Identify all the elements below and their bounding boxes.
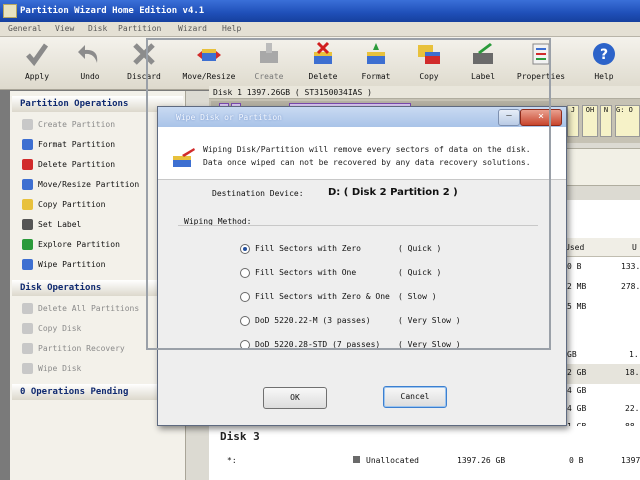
- menu-wizard[interactable]: Wizard: [178, 24, 207, 33]
- recovery-icon: [22, 343, 33, 354]
- delete-all-icon: [22, 303, 33, 314]
- copy-disk-icon: [22, 323, 33, 334]
- window-title-bar: Partition Wizard Home Edition v4.1: [0, 0, 640, 22]
- help-button[interactable]: ? Help: [576, 41, 632, 81]
- menu-view[interactable]: View: [55, 24, 74, 33]
- window-title: Partition Wizard Home Edition v4.1: [20, 6, 205, 16]
- used-column-header[interactable]: Used: [565, 243, 584, 252]
- undo-arrow-icon: [77, 41, 103, 67]
- cancel-button[interactable]: Cancel: [383, 386, 447, 408]
- move-resize-icon: [22, 179, 33, 190]
- apply-button[interactable]: Apply: [9, 41, 65, 81]
- menu-disk[interactable]: Disk: [88, 24, 107, 33]
- disk-map-segment[interactable]: [565, 148, 640, 186]
- partition-cell-g[interactable]: G: O: [615, 105, 640, 137]
- menu-partition[interactable]: Partition: [118, 24, 161, 33]
- format-partition-icon: [22, 139, 33, 150]
- menu-general[interactable]: General: [8, 24, 42, 33]
- label-icon: [22, 219, 33, 230]
- selection-frame: [146, 38, 551, 350]
- copy-partition-icon: [22, 199, 33, 210]
- unused-column-header[interactable]: U: [632, 243, 637, 252]
- wipe-disk-icon: [22, 363, 33, 374]
- partition-cell-j[interactable]: J: [567, 105, 579, 137]
- unallocated-swatch-icon: [353, 456, 360, 463]
- help-icon: ?: [591, 41, 617, 67]
- delete-partition-icon: [22, 159, 33, 170]
- apply-check-icon: [24, 41, 50, 67]
- disk3-title: Disk 3: [220, 430, 260, 443]
- undo-button[interactable]: Undo: [62, 41, 118, 81]
- menu-help[interactable]: Help: [222, 24, 241, 33]
- table-row[interactable]: *: Unallocated 1397.26 GB 0 B 1397.: [209, 452, 640, 472]
- explore-icon: [22, 239, 33, 250]
- partition-cell-oh[interactable]: OH: [582, 105, 598, 137]
- wipe-partition-icon: [22, 259, 33, 270]
- ok-button[interactable]: OK: [263, 387, 327, 409]
- menu-bar: General View Disk Partition Wizard Help: [0, 22, 640, 37]
- create-partition-icon: [22, 119, 33, 130]
- partition-cell-n[interactable]: N: [600, 105, 612, 137]
- svg-text:?: ?: [600, 47, 608, 63]
- app-icon: [3, 4, 17, 18]
